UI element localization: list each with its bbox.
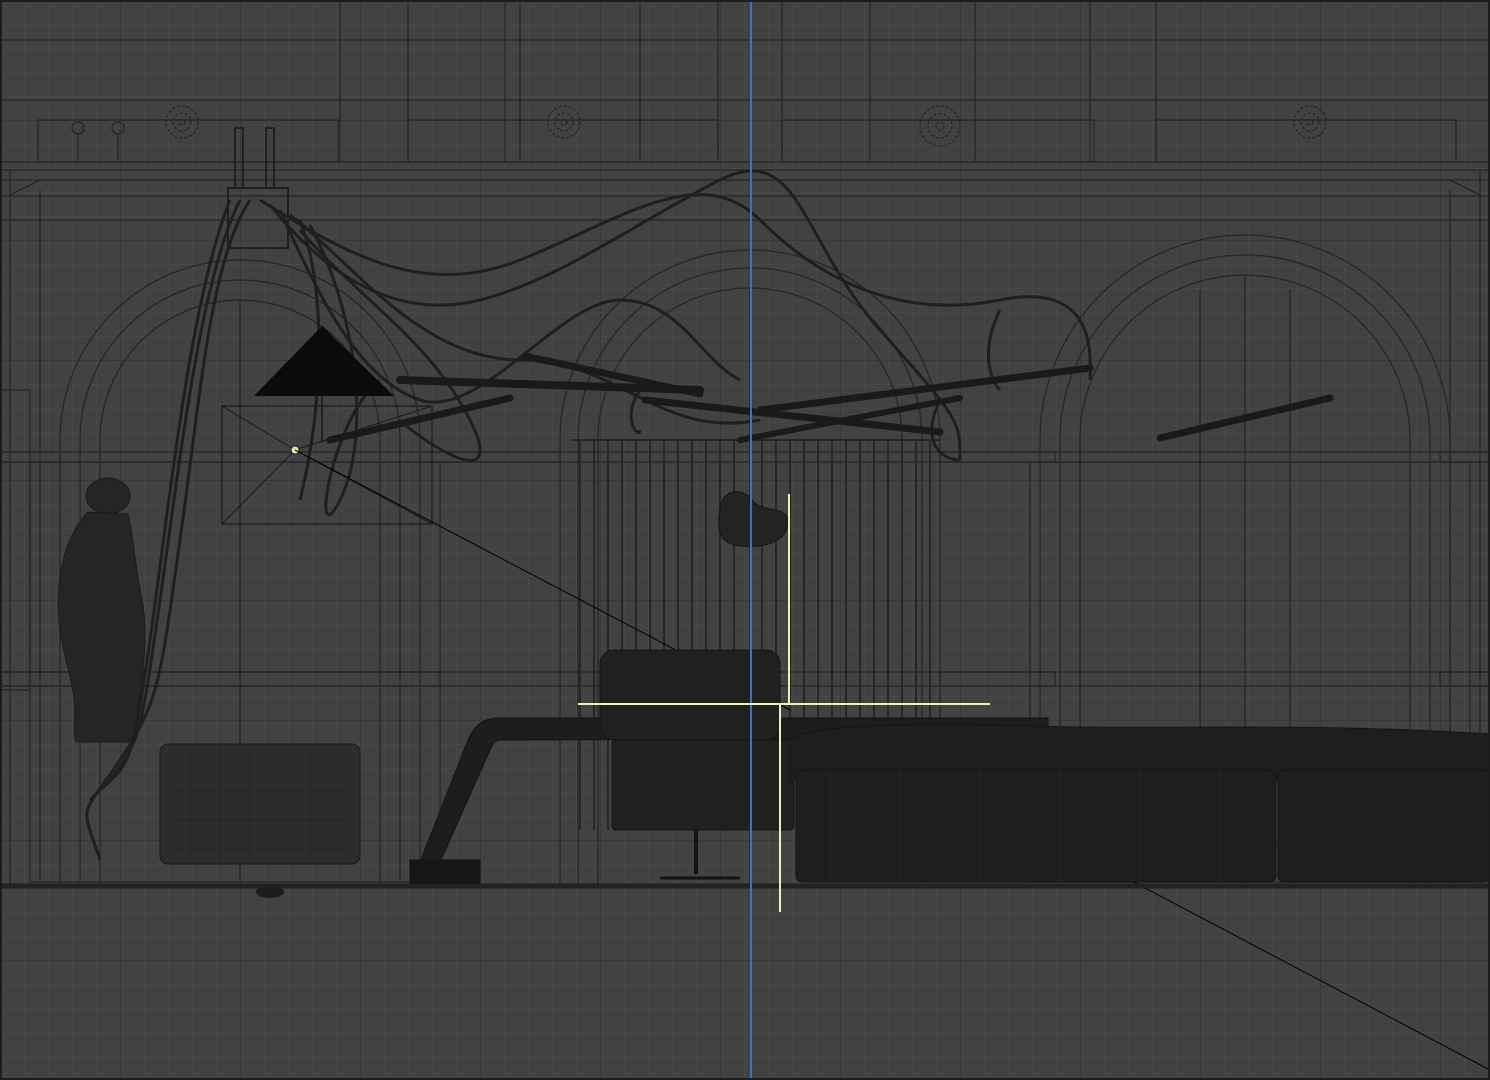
front-viewport[interactable]	[0, 0, 1490, 1080]
floor-object	[256, 886, 284, 898]
floor-slab	[0, 884, 1490, 888]
sofa	[789, 724, 1490, 883]
scene-canvas[interactable]	[0, 0, 1490, 1080]
wicker-pouf	[159, 743, 361, 865]
